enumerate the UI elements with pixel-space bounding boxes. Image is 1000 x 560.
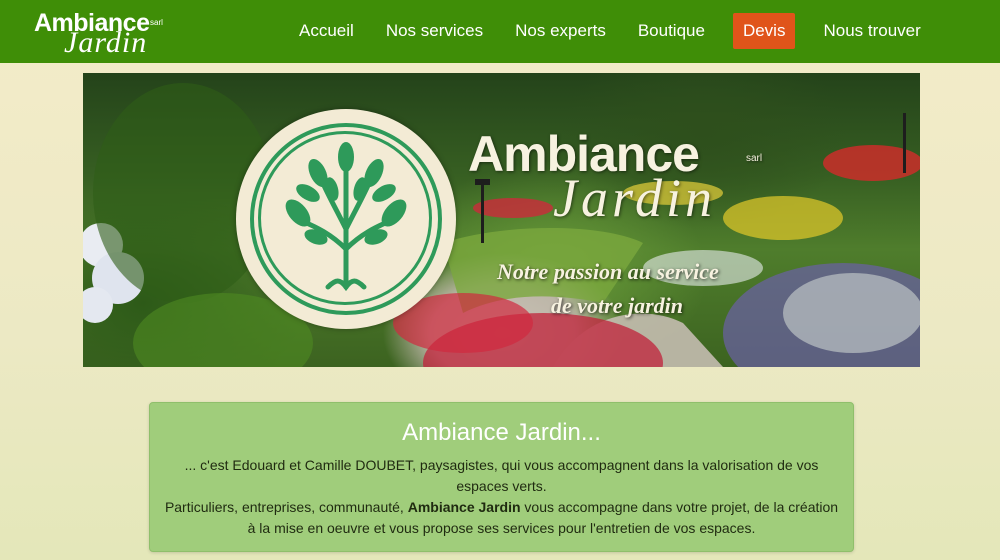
intro-heading: Ambiance Jardin... <box>402 419 601 446</box>
tree-icon <box>285 142 407 292</box>
nav-item-nous-trouver[interactable]: Nous trouver <box>807 13 936 49</box>
logo-sarl: sarl <box>150 18 163 27</box>
emblem-tree-badge <box>236 109 456 329</box>
nav-item-nos-experts[interactable]: Nos experts <box>499 13 622 49</box>
main-nav: Accueil Nos services Nos experts Boutiqu… <box>283 13 937 49</box>
intro-box: Ambiance Jardin... ... c'est Edouard et … <box>149 402 854 552</box>
site-logo[interactable]: Ambiance sarl Jardin <box>34 6 174 59</box>
nav-item-nos-services[interactable]: Nos services <box>370 13 499 49</box>
nav-item-devis[interactable]: Devis <box>732 13 796 49</box>
intro-line1: ... c'est Edouard et Camille DOUBET, pay… <box>184 457 819 494</box>
hero-tagline-line1: Notre passion au service <box>497 259 719 284</box>
intro-paragraph: ... c'est Edouard et Camille DOUBET, pay… <box>164 455 839 539</box>
logo-word-jardin: Jardin <box>64 26 148 59</box>
hero-tagline-line2: de votre jardin <box>551 293 683 318</box>
intro-brand-name: Ambiance Jardin <box>407 499 521 515</box>
nav-item-boutique[interactable]: Boutique <box>622 13 721 49</box>
site-header: Ambiance sarl Jardin Accueil Nos service… <box>0 0 1000 63</box>
nav-item-accueil[interactable]: Accueil <box>283 13 370 49</box>
hero-sarl: sarl <box>746 153 763 164</box>
garden-background <box>83 83 920 367</box>
hero-banner: Ambiance sarl Jardin Notre passion au se… <box>83 73 920 367</box>
hero-title-jardin: Jardin <box>553 168 716 228</box>
intro-line2-pre: Particuliers, entreprises, communauté, <box>164 499 404 515</box>
